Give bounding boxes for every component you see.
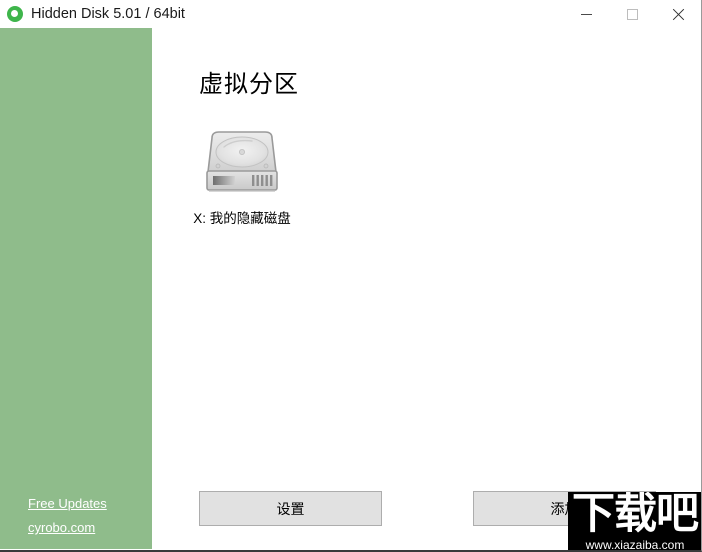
sidebar-link-cyrobo[interactable]: cyrobo.com bbox=[28, 520, 107, 535]
maximize-button[interactable] bbox=[609, 0, 655, 28]
close-icon bbox=[672, 8, 685, 21]
app-logo-icon bbox=[7, 6, 23, 22]
page-title: 虚拟分区 bbox=[199, 71, 299, 98]
close-button[interactable] bbox=[655, 0, 701, 28]
maximize-icon bbox=[626, 8, 638, 20]
watermark-text: 下载吧 bbox=[572, 492, 699, 539]
settings-button[interactable]: 设置 bbox=[199, 491, 382, 526]
minimize-button[interactable] bbox=[563, 0, 609, 28]
sidebar-link-free-updates[interactable]: Free Updates bbox=[28, 496, 107, 511]
watermark-url: www.xiazaiba.com bbox=[585, 538, 685, 552]
content-area: 虚拟分区 X: 我的隐藏磁盘 bbox=[152, 28, 701, 550]
sidebar: Free Updates cyrobo.com bbox=[0, 28, 152, 549]
disk-label: X: 我的隐藏磁盘 bbox=[193, 211, 291, 226]
watermark-overlay: 下载吧 www.xiazaiba.com bbox=[568, 492, 701, 552]
hard-disk-icon bbox=[198, 128, 286, 198]
disk-item[interactable]: X: 我的隐藏磁盘 bbox=[182, 128, 342, 227]
window-title: Hidden Disk 5.01 / 64bit bbox=[31, 6, 185, 22]
minimize-icon bbox=[580, 13, 592, 15]
application-window: Hidden Disk 5.01 / 64bit Free Updates cy… bbox=[0, 0, 702, 552]
sidebar-links: Free Updates cyrobo.com bbox=[28, 496, 107, 535]
